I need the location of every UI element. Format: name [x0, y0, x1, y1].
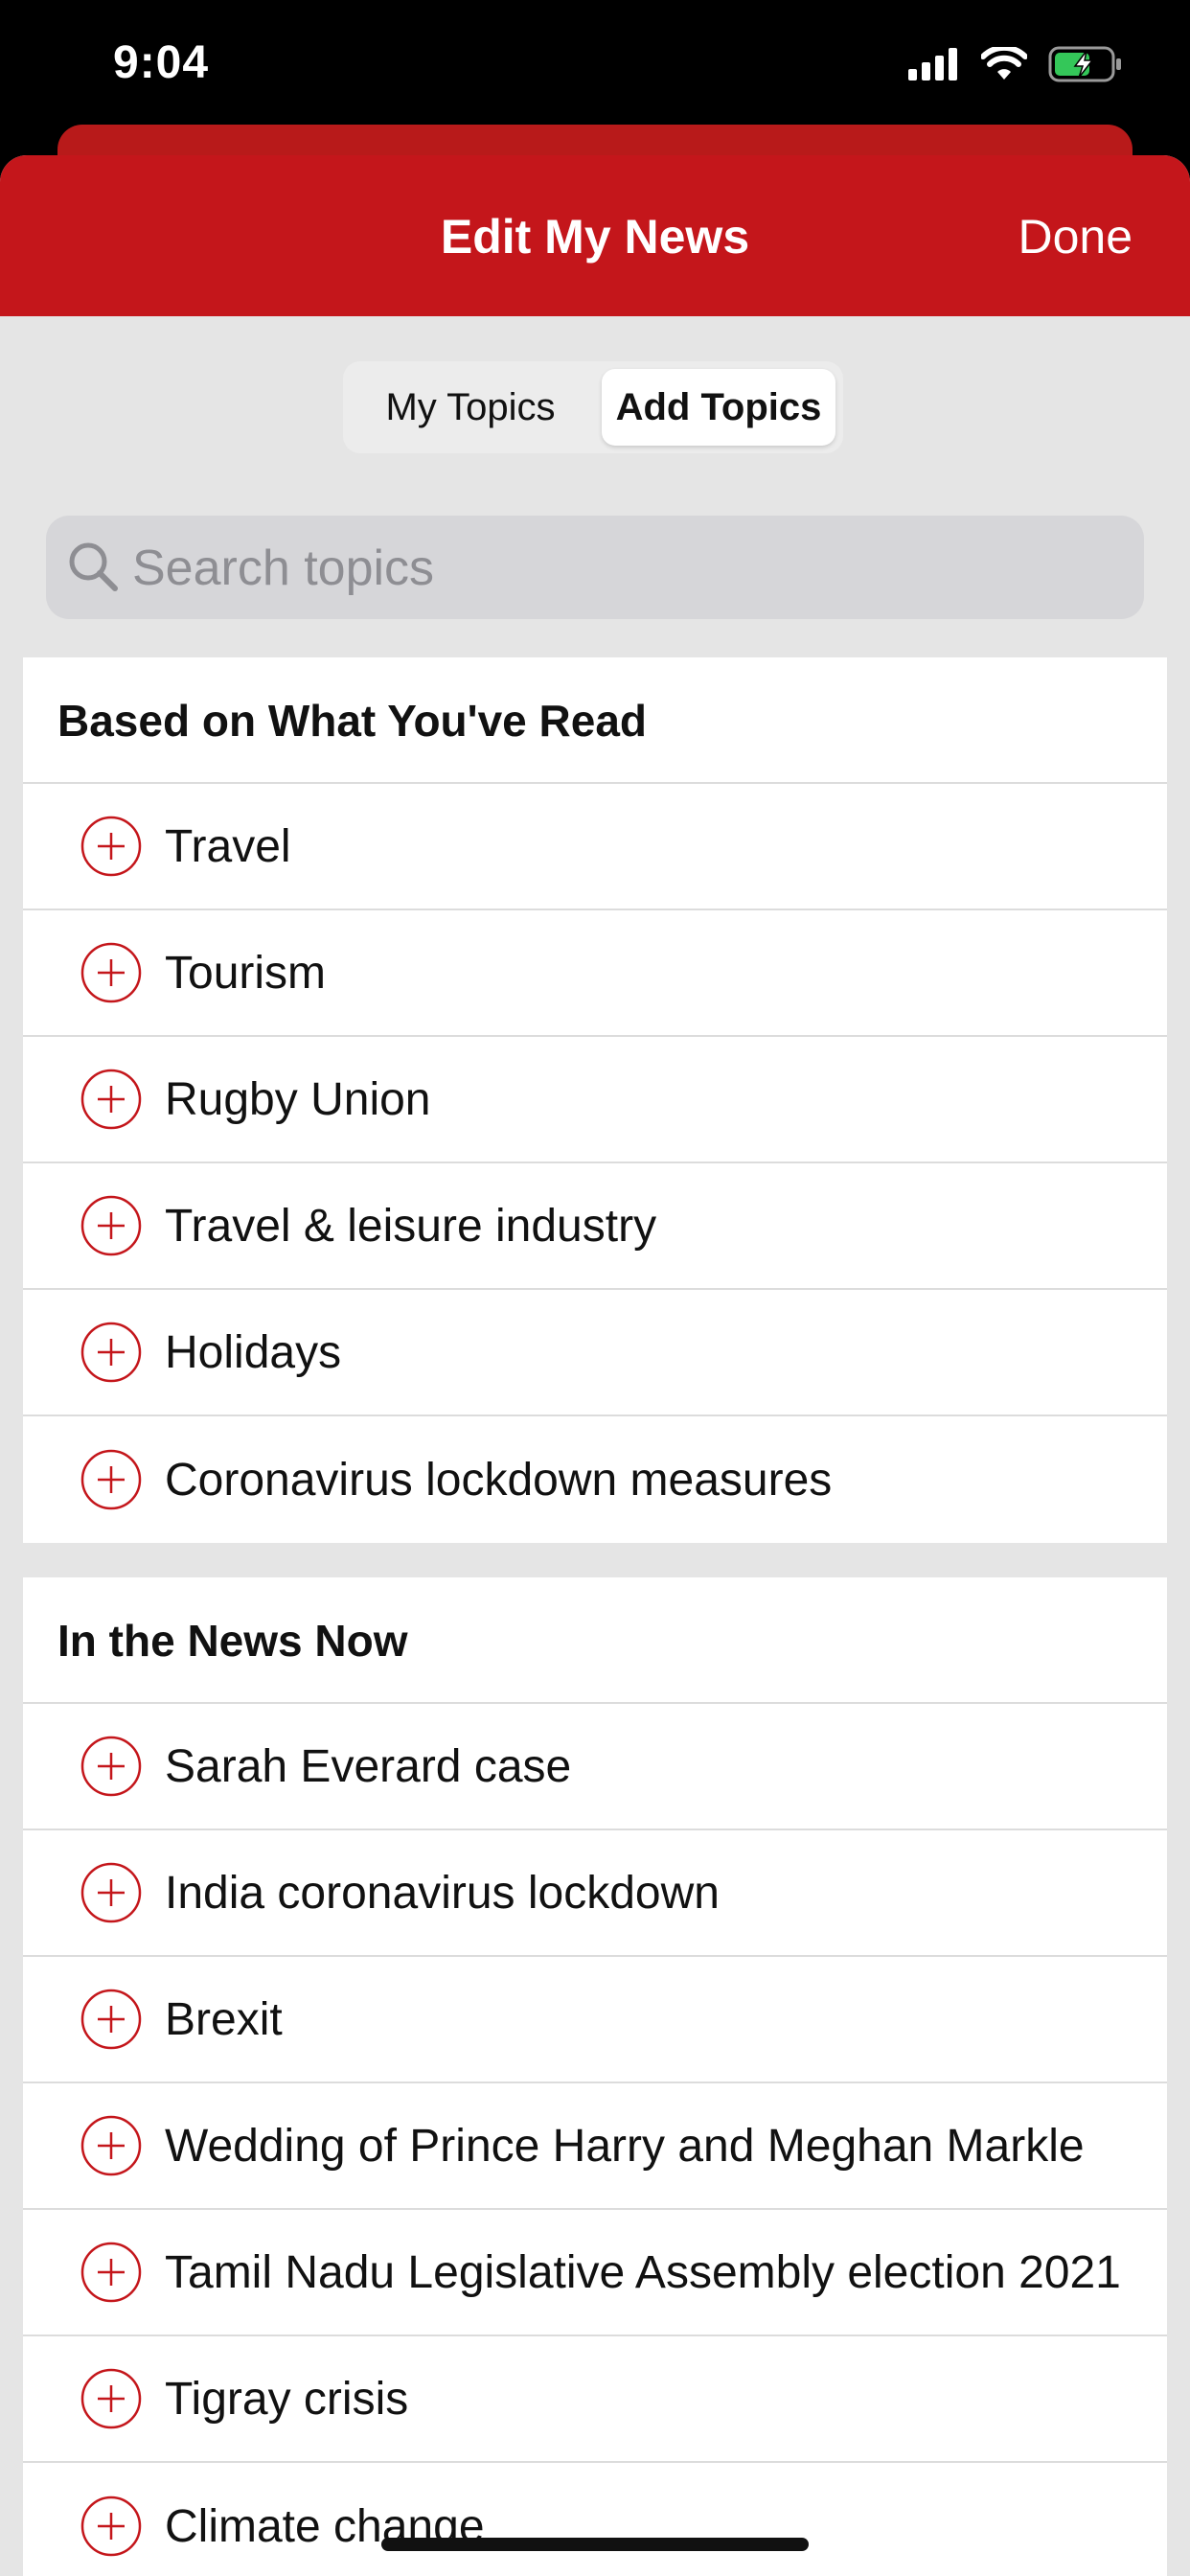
signal-icon	[908, 48, 957, 80]
add-circle-icon[interactable]	[80, 2368, 142, 2429]
topic-row[interactable]: Travel	[23, 784, 1167, 910]
topic-row[interactable]: Tamil Nadu Legislative Assembly election…	[23, 2210, 1167, 2336]
topic-row[interactable]: Rugby Union	[23, 1037, 1167, 1163]
topic-label: Sarah Everard case	[165, 1740, 572, 1792]
section-title: In the News Now	[23, 1577, 1167, 1704]
edit-news-sheet: Edit My News Done My Topics Add Topics B…	[0, 155, 1190, 2576]
topic-row[interactable]: Holidays	[23, 1290, 1167, 1416]
home-indicator[interactable]	[381, 2538, 809, 2551]
topic-label: Travel	[165, 820, 291, 872]
add-circle-icon[interactable]	[80, 816, 142, 877]
wifi-icon	[981, 47, 1027, 80]
add-circle-icon[interactable]	[80, 2115, 142, 2176]
topic-row[interactable]: Travel & leisure industry	[23, 1163, 1167, 1290]
topic-label: Holidays	[165, 1326, 342, 1378]
add-circle-icon[interactable]	[80, 1989, 142, 2050]
topic-row[interactable]: Wedding of Prince Harry and Meghan Markl…	[23, 2083, 1167, 2210]
add-circle-icon[interactable]	[80, 2242, 142, 2303]
topic-row[interactable]: Sarah Everard case	[23, 1704, 1167, 1830]
topic-row[interactable]: Tigray crisis	[23, 2336, 1167, 2463]
add-circle-icon[interactable]	[80, 1069, 142, 1130]
topic-label: Brexit	[165, 1993, 283, 2045]
topic-label: Tigray crisis	[165, 2373, 409, 2425]
status-time: 9:04	[113, 37, 210, 88]
page-title: Edit My News	[440, 210, 750, 264]
topic-label: Wedding of Prince Harry and Meghan Markl…	[165, 2120, 1085, 2172]
topic-row[interactable]: Tourism	[23, 910, 1167, 1037]
topic-label: Coronavirus lockdown measures	[165, 1454, 833, 1506]
done-button[interactable]: Done	[1018, 209, 1133, 264]
section-based-on-read: Based on What You've Read Travel Tourism…	[23, 657, 1167, 1543]
status-icons	[908, 46, 1123, 82]
section-title: Based on What You've Read	[23, 657, 1167, 784]
topic-label: Tamil Nadu Legislative Assembly election…	[165, 2246, 1121, 2298]
add-circle-icon[interactable]	[80, 1449, 142, 1510]
add-circle-icon[interactable]	[80, 1322, 142, 1383]
add-circle-icon[interactable]	[80, 1195, 142, 1256]
search-input[interactable]	[130, 516, 1121, 621]
search-icon	[69, 542, 118, 591]
topic-label: Travel & leisure industry	[165, 1200, 657, 1252]
topic-row[interactable]: Coronavirus lockdown measures	[23, 1416, 1167, 1543]
topic-row[interactable]: Brexit	[23, 1957, 1167, 2083]
battery-charging-icon	[1048, 46, 1121, 82]
add-circle-icon[interactable]	[80, 1736, 142, 1797]
navigation-bar: Edit My News Done	[0, 155, 1190, 316]
topic-row[interactable]: India coronavirus lockdown	[23, 1830, 1167, 1957]
topic-label: Rugby Union	[165, 1073, 431, 1125]
topics-segmented-control: My Topics Add Topics	[343, 361, 843, 453]
topic-row[interactable]: Climate change	[23, 2463, 1167, 2576]
add-circle-icon[interactable]	[80, 2496, 142, 2557]
add-circle-icon[interactable]	[80, 1862, 142, 1923]
tab-add-topics[interactable]: Add Topics	[602, 369, 835, 446]
add-circle-icon[interactable]	[80, 942, 142, 1003]
topic-label: Tourism	[165, 947, 327, 999]
section-in-the-news: In the News Now Sarah Everard case India…	[23, 1577, 1167, 2576]
topic-label: India coronavirus lockdown	[165, 1867, 720, 1919]
tab-my-topics[interactable]: My Topics	[351, 369, 590, 446]
status-bar: 9:04	[0, 0, 1190, 125]
search-bar[interactable]	[46, 516, 1144, 621]
